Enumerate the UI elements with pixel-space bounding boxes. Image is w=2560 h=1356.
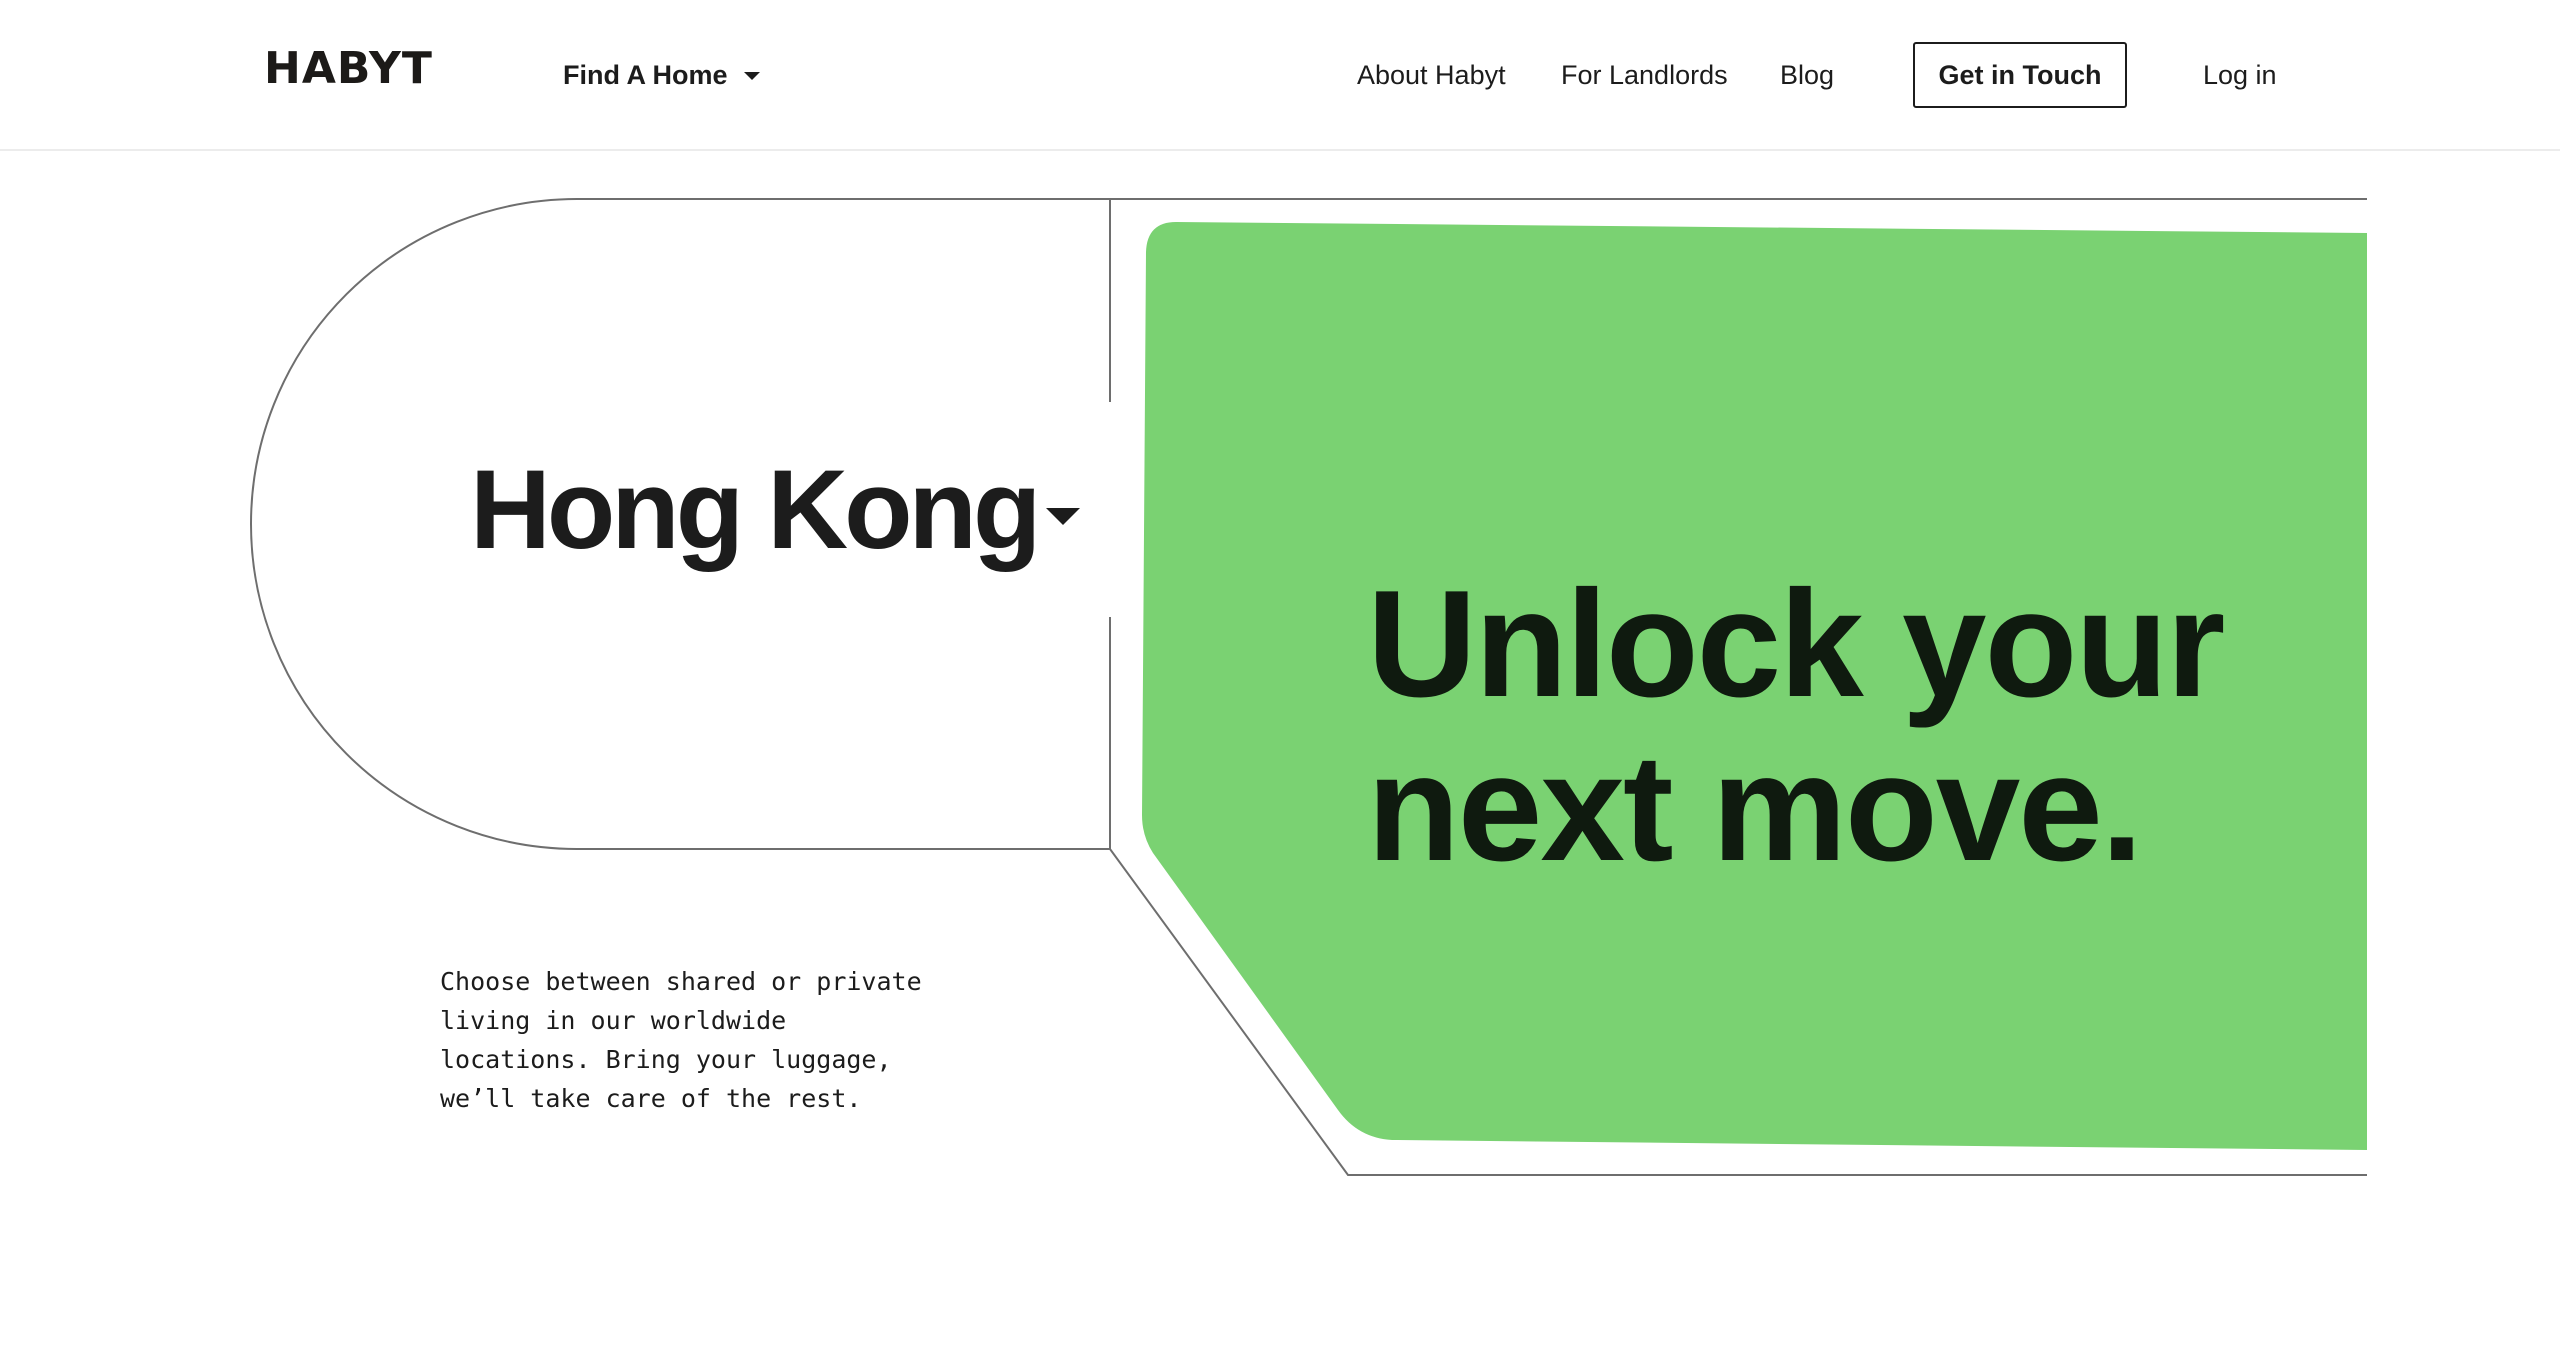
city-selector[interactable]: Hong Kong bbox=[470, 440, 1110, 580]
tagline-line-1: Choose between shared or private bbox=[440, 967, 922, 996]
city-name: Hong Kong bbox=[470, 447, 1041, 572]
page: HABYT Find A Home About Habyt For Landlo… bbox=[0, 0, 2560, 1356]
tagline-line-2: living in our worldwide bbox=[440, 1006, 787, 1035]
chevron-down-icon bbox=[1046, 508, 1080, 525]
hero-tagline: Choose between shared or private living … bbox=[440, 962, 1000, 1118]
headline-line-1: Unlock your bbox=[1367, 558, 2225, 729]
tagline-line-4: we’ll take care of the rest. bbox=[440, 1084, 862, 1113]
headline-line-2: next move. bbox=[1367, 722, 2143, 893]
tagline-line-3: locations. Bring your luggage, bbox=[440, 1045, 892, 1074]
hero-headline: Unlock your next move. bbox=[1367, 562, 2367, 890]
